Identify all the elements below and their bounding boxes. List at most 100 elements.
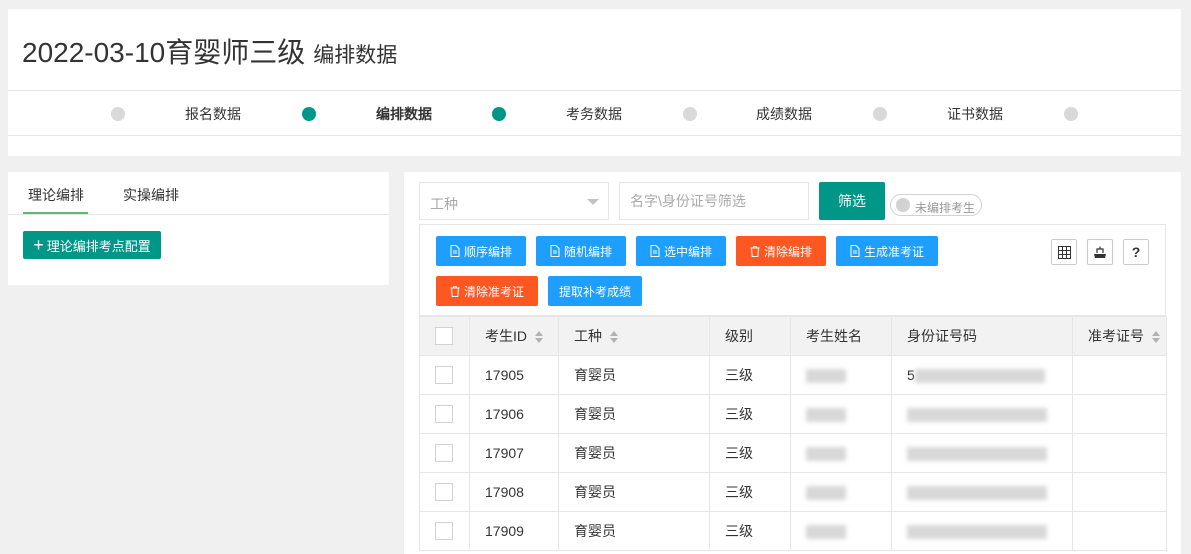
cell-ticket xyxy=(1072,472,1167,512)
page-subtitle: 编排数据 xyxy=(313,44,398,67)
idcard-prefix: 5 xyxy=(907,366,915,383)
cell-id: 17909 xyxy=(469,511,559,551)
generate-ticket-button[interactable]: 生成准考证 xyxy=(836,236,938,266)
row-checkbox[interactable] xyxy=(435,522,453,541)
columns-icon[interactable] xyxy=(1051,239,1077,265)
trash-icon xyxy=(450,285,460,297)
random-arrange-button[interactable]: 随机编排 xyxy=(536,236,626,266)
cell-id: 17908 xyxy=(469,472,559,512)
cell-trade: 育婴员 xyxy=(558,472,710,512)
column-header-ticket[interactable]: 准考证号 xyxy=(1072,316,1167,356)
header-card: 2022-03-10育婴师三级 编排数据 报名数据 编排数据 考务数据 成绩数据… xyxy=(8,9,1181,156)
clear-ticket-button[interactable]: 清除准考证 xyxy=(436,276,538,306)
redacted-idcard xyxy=(907,408,1047,423)
filter-button[interactable]: 筛选 xyxy=(819,182,885,220)
column-header-level: 级别 xyxy=(709,316,791,356)
cell-ticket xyxy=(1072,355,1167,395)
cell-id: 17907 xyxy=(469,433,559,473)
cell-ticket xyxy=(1072,394,1167,434)
cell-idcard xyxy=(891,394,1073,434)
cell-trade: 育婴员 xyxy=(558,433,710,473)
sort-icon[interactable] xyxy=(610,331,618,344)
table-toolbar: 顺序编排 随机编排 选中编排 清除编排 生成准考证 清除准考证 提取补考成绩 ? xyxy=(419,224,1166,316)
unarranged-toggle[interactable]: 未编排考生 xyxy=(890,194,982,216)
step-registration[interactable]: 报名数据 xyxy=(168,104,258,124)
step-progress: 报名数据 编排数据 考务数据 成绩数据 证书数据 xyxy=(8,91,1181,135)
sequential-arrange-label: 顺序编排 xyxy=(463,244,512,259)
cell-idcard xyxy=(891,433,1073,473)
redacted-name xyxy=(806,369,846,384)
clear-ticket-label: 清除准考证 xyxy=(463,284,524,299)
random-arrange-label: 随机编排 xyxy=(563,244,612,259)
row-select-cell xyxy=(419,433,470,473)
search-input[interactable] xyxy=(619,182,809,220)
tab-theory-arrangement[interactable]: 理论编排 xyxy=(28,185,84,205)
redacted-name xyxy=(806,408,846,423)
select-all-cell xyxy=(419,316,470,356)
trash-icon xyxy=(750,245,760,257)
cell-id: 17906 xyxy=(469,394,559,434)
active-tab-indicator xyxy=(23,212,88,214)
generate-ticket-label: 生成准考证 xyxy=(863,244,924,259)
clear-arrange-button[interactable]: 清除编排 xyxy=(736,236,826,266)
row-select-cell xyxy=(419,355,470,395)
export-icon[interactable] xyxy=(1087,239,1113,265)
row-checkbox[interactable] xyxy=(435,405,453,424)
tab-practical-arrangement[interactable]: 实操编排 xyxy=(123,185,179,205)
row-checkbox[interactable] xyxy=(435,444,453,463)
step-dot-1 xyxy=(302,107,316,121)
cell-level: 三级 xyxy=(709,394,791,434)
trade-select-placeholder: 工种 xyxy=(430,196,458,212)
redacted-idcard xyxy=(907,525,1047,540)
cell-trade: 育婴员 xyxy=(558,355,710,395)
table-row: 17908 育婴员 三级 xyxy=(419,472,1167,512)
step-dot-4 xyxy=(873,107,887,121)
selected-arrange-button[interactable]: 选中编排 xyxy=(636,236,726,266)
page-title-main: 2022-03-10育婴师三级 xyxy=(22,37,306,68)
cell-level: 三级 xyxy=(709,355,791,395)
column-label: 工种 xyxy=(574,328,602,344)
trade-select[interactable]: 工种 xyxy=(419,182,609,220)
cell-level: 三级 xyxy=(709,472,791,512)
step-arrangement[interactable]: 编排数据 xyxy=(359,104,449,124)
cell-idcard xyxy=(891,472,1073,512)
step-exam-affairs[interactable]: 考务数据 xyxy=(549,104,639,124)
toggle-knob xyxy=(896,198,910,212)
cell-level: 三级 xyxy=(709,511,791,551)
column-header-id[interactable]: 考生ID xyxy=(469,316,559,356)
left-panel: 理论编排 实操编排 + 理论编排考点配置 xyxy=(8,172,389,285)
row-select-cell xyxy=(419,511,470,551)
column-header-trade[interactable]: 工种 xyxy=(558,316,710,356)
redacted-idcard xyxy=(907,486,1047,501)
step-certificates[interactable]: 证书数据 xyxy=(930,104,1020,124)
theory-config-label: 理论编排考点配置 xyxy=(46,238,151,254)
column-header-name: 考生姓名 xyxy=(790,316,892,356)
toggle-label: 未编排考生 xyxy=(915,201,976,215)
sort-icon[interactable] xyxy=(535,331,543,344)
theory-config-button[interactable]: + 理论编排考点配置 xyxy=(23,231,161,259)
table-row: 17907 育婴员 三级 xyxy=(419,433,1167,473)
row-checkbox[interactable] xyxy=(435,483,453,502)
sequential-arrange-button[interactable]: 顺序编排 xyxy=(436,236,526,266)
extract-makeup-scores-button[interactable]: 提取补考成绩 xyxy=(548,276,642,306)
help-icon[interactable]: ? xyxy=(1123,239,1149,265)
column-header-idcard: 身份证号码 xyxy=(891,316,1073,356)
right-panel: 工种 筛选 未编排考生 顺序编排 随机编排 选中编排 清除编排 生成准考证 xyxy=(404,172,1181,554)
cell-id: 17905 xyxy=(469,355,559,395)
cell-idcard xyxy=(891,511,1073,551)
step-dot-0 xyxy=(111,107,125,121)
table-row: 17905 育婴员 三级 5 xyxy=(419,355,1167,395)
candidate-table: 考生ID 工种 级别 考生姓名 身份证号码 准考证号 17905 育婴员 三级 … xyxy=(419,316,1167,551)
redacted-name xyxy=(806,447,846,462)
select-all-checkbox[interactable] xyxy=(435,327,453,346)
step-scores[interactable]: 成绩数据 xyxy=(739,104,829,124)
selected-arrange-label: 选中编排 xyxy=(663,244,712,259)
sort-icon[interactable] xyxy=(1152,331,1160,344)
cell-idcard: 5 xyxy=(891,355,1073,395)
cell-name xyxy=(790,394,892,434)
table-header-row: 考生ID 工种 级别 考生姓名 身份证号码 准考证号 xyxy=(419,316,1167,356)
cell-name xyxy=(790,355,892,395)
row-checkbox[interactable] xyxy=(435,366,453,385)
divider xyxy=(8,135,1181,136)
cell-name xyxy=(790,472,892,512)
